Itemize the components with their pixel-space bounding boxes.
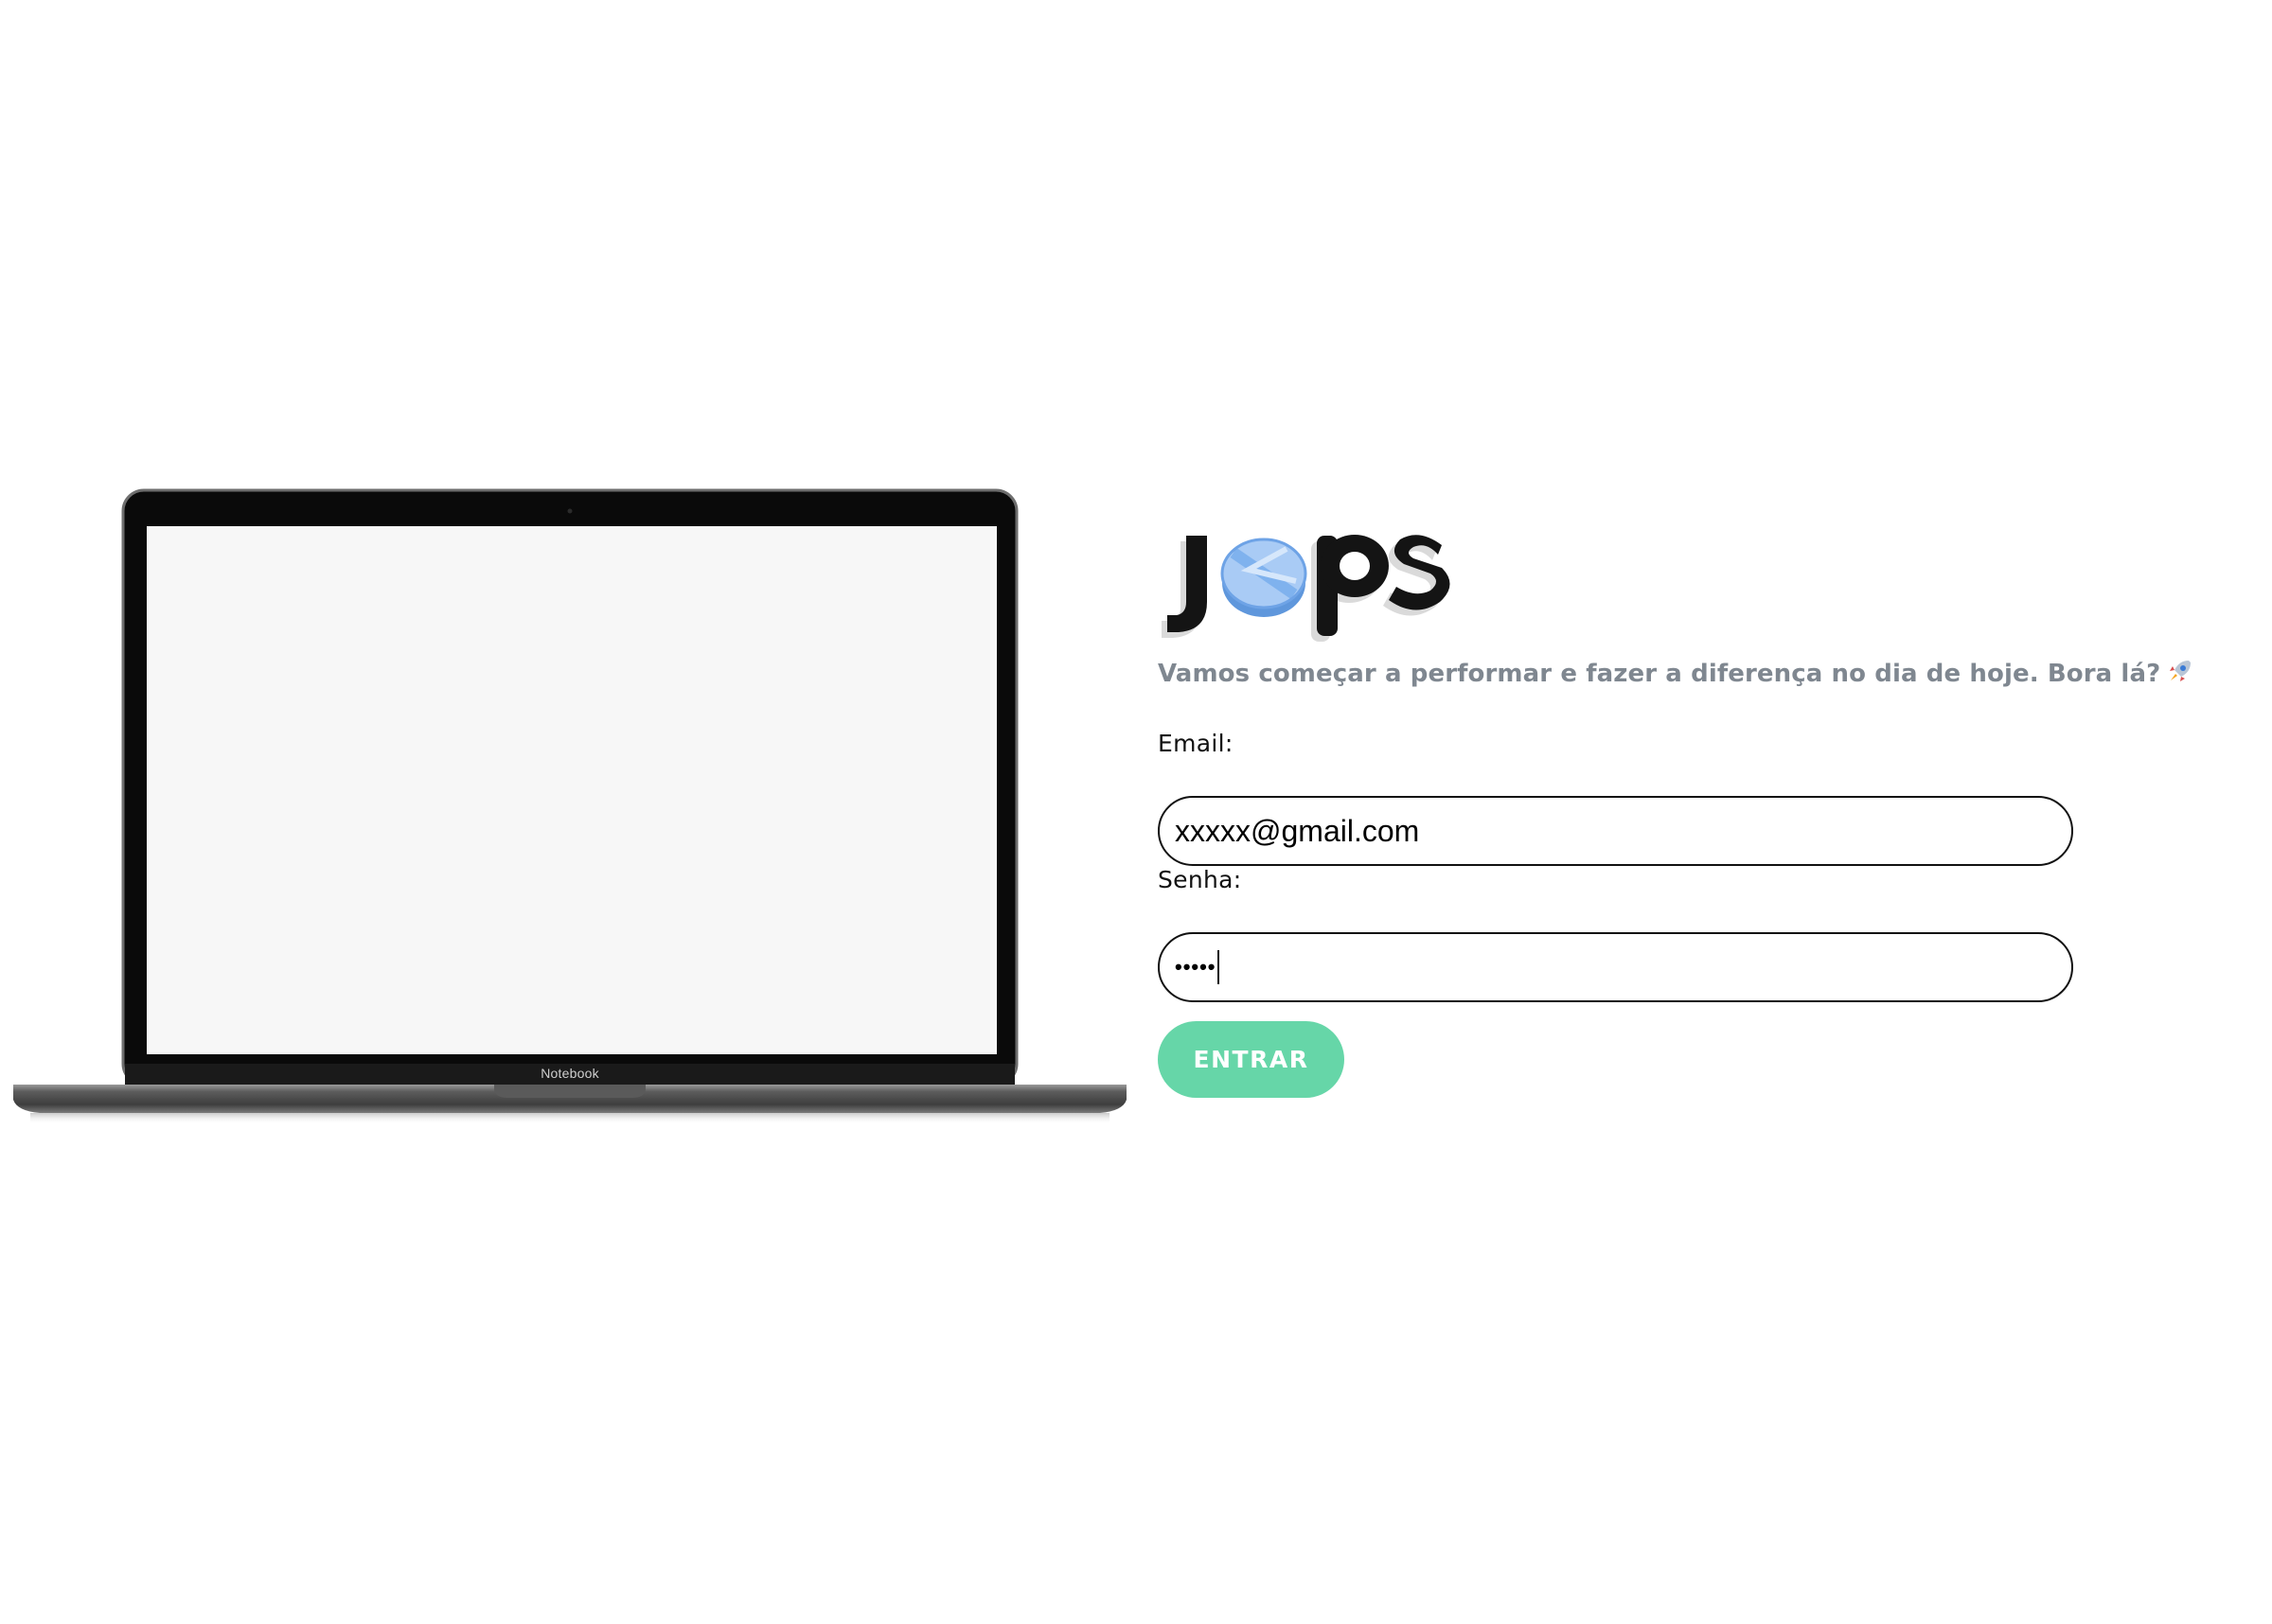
- login-page: Notebook Vamos começar a performar e faz…: [0, 0, 2272, 1624]
- password-input[interactable]: •••••: [1158, 932, 2073, 1002]
- jops-logo: [1158, 511, 1470, 644]
- email-value: xxxxx@gmail.com: [1175, 813, 1420, 848]
- jops-logo-graphic: [1162, 535, 1450, 642]
- password-value: •••••: [1175, 955, 1216, 979]
- text-caret: [1216, 950, 1219, 984]
- email-label: Email:: [1158, 730, 1234, 757]
- laptop-illustration: Notebook: [11, 485, 1128, 1128]
- logo-o-disc: [1220, 538, 1307, 617]
- email-input[interactable]: xxxxx@gmail.com: [1158, 796, 2073, 866]
- laptop-screen: [147, 526, 997, 1054]
- rocket-icon: [2166, 657, 2194, 692]
- login-form: Vamos começar a performar e fazer a dife…: [1158, 511, 2192, 1098]
- tagline-text: Vamos começar a performar e fazer a dife…: [1158, 660, 2161, 688]
- laptop-graphic: [13, 488, 1127, 1124]
- password-label: Senha:: [1158, 866, 1242, 893]
- laptop-brand-label: Notebook: [541, 1066, 599, 1081]
- submit-button[interactable]: ENTRAR: [1158, 1021, 1344, 1098]
- tagline: Vamos começar a performar e fazer a dife…: [1158, 657, 2192, 692]
